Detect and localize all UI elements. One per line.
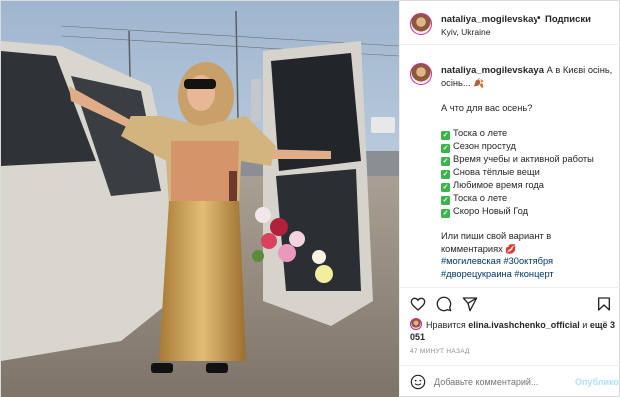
likes-summary: Нравится elina.ivashchenko_official и ещ… <box>410 318 616 343</box>
location-link[interactable]: Kyiv, Ukraine <box>441 27 490 37</box>
caption-block: nataliya_mogilevskaya А в Києві осінь, о… <box>400 53 620 281</box>
share-icon[interactable] <box>462 296 478 312</box>
leaf-emoji: 🍂 <box>473 78 485 89</box>
caption-closing: Или пиши свой вариант в комментариях <box>441 231 552 254</box>
list-item: ✓ Сезон простуд <box>441 141 516 153</box>
check-icon: ✓ <box>441 157 450 166</box>
check-icon: ✓ <box>441 209 450 218</box>
header-separator: • <box>537 13 541 24</box>
check-icon: ✓ <box>441 144 450 153</box>
publish-button[interactable]: Опубликовать <box>575 377 620 387</box>
hashtag-link[interactable]: #30октября <box>503 256 553 266</box>
list-item: ✓ Тоска о лете <box>441 193 508 205</box>
follow-button[interactable]: Подписки <box>545 14 591 25</box>
caption-question: А что для вас осень? <box>441 103 533 114</box>
check-icon: ✓ <box>441 196 450 205</box>
caption-text: nataliya_mogilevskaya А в Києві осінь, о… <box>441 64 613 280</box>
smile-icon[interactable] <box>410 374 426 390</box>
list-item: ✓ Скоро Новый Год <box>441 206 529 218</box>
comment-icon[interactable] <box>436 296 452 312</box>
instagram-post: nataliya_mogilevskaya • Подписки Kyiv, U… <box>0 0 620 397</box>
check-icon: ✓ <box>441 170 450 179</box>
comment-input[interactable] <box>434 374 564 390</box>
likes-prefix: Нравится <box>426 320 466 330</box>
list-item: ✓ Любимое время года <box>441 180 544 192</box>
lips-emoji: 💋 <box>505 243 517 254</box>
avatar[interactable] <box>410 13 432 35</box>
post-side-panel: nataliya_mogilevskaya • Подписки Kyiv, U… <box>399 1 620 397</box>
hashtag-link[interactable]: #концерт <box>514 269 553 279</box>
liker-username[interactable]: elina.ivashchenko_official <box>468 320 580 330</box>
check-icon: ✓ <box>441 131 450 140</box>
list-item: ✓ Тоска о лете <box>441 128 508 140</box>
header-username[interactable]: nataliya_mogilevskaya <box>441 14 537 25</box>
post-photo[interactable] <box>1 1 399 397</box>
post-image <box>1 1 399 397</box>
comment-bar: Опубликовать <box>400 365 620 397</box>
caption-avatar[interactable] <box>410 63 432 85</box>
hashtag-link[interactable]: #могилевская <box>441 256 501 266</box>
list-item: ✓ Время учебы и активной работы <box>441 154 594 166</box>
bookmark-icon[interactable] <box>596 296 612 312</box>
caption-username[interactable]: nataliya_mogilevskaya <box>441 65 544 76</box>
check-icon: ✓ <box>441 183 450 192</box>
liker-avatar[interactable] <box>410 318 422 330</box>
action-bar <box>400 287 620 317</box>
post-header: nataliya_mogilevskaya • Подписки Kyiv, U… <box>400 1 620 45</box>
list-item: ✓ Снова тёплые вещи <box>441 167 540 179</box>
post-timestamp[interactable]: 47 МИНУТ НАЗАД <box>410 348 470 355</box>
hashtag-link[interactable]: #дворецукраина <box>441 269 512 279</box>
heart-icon[interactable] <box>410 296 426 312</box>
likes-middle: и <box>582 320 588 330</box>
